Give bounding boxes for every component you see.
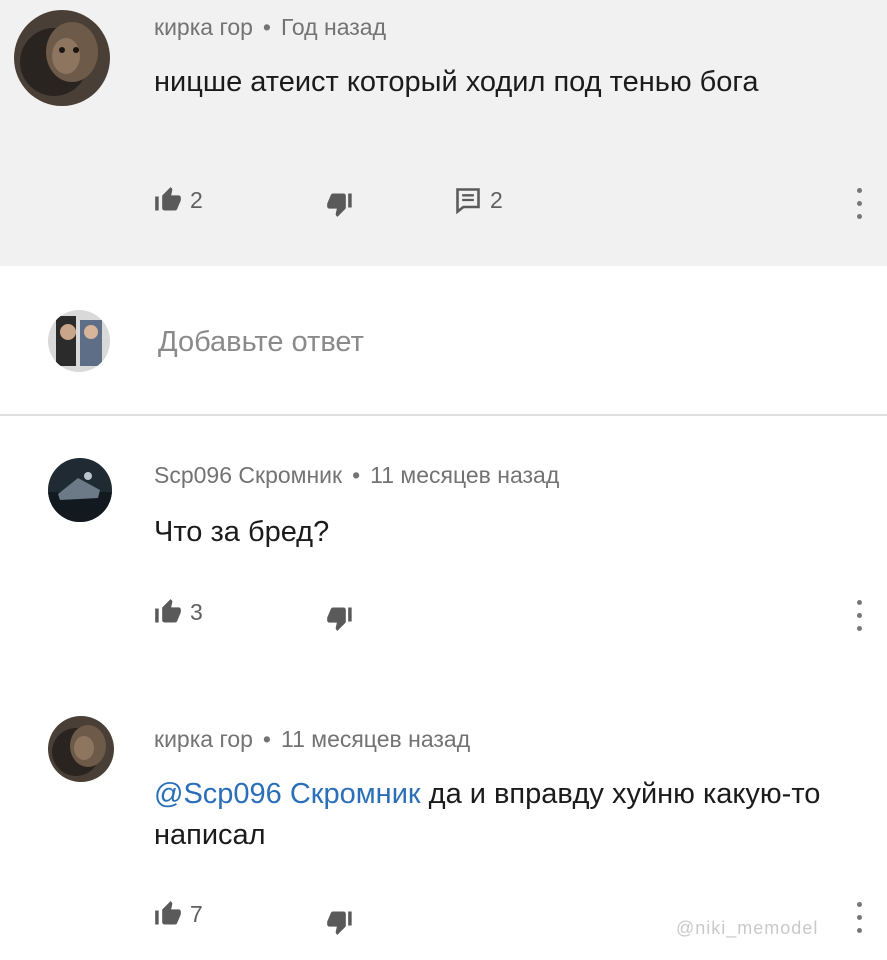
avatar[interactable] <box>48 716 114 782</box>
divider <box>0 414 887 416</box>
like-count: 3 <box>190 598 203 625</box>
separator: • <box>262 14 271 40</box>
highlighted-comment: кирка гор • Год назад ницше атеист который… <box>0 0 887 266</box>
watermark: @niki_memodel <box>676 918 819 938</box>
dislike-button[interactable] <box>326 908 354 936</box>
dislike-icon <box>327 607 352 631</box>
like-icon <box>155 901 181 925</box>
avatar[interactable] <box>48 458 112 522</box>
comment-text: Что за бред? <box>154 516 330 548</box>
dislike-button[interactable] <box>326 190 354 218</box>
comment-meta: кирка гор • 11 месяцев назад <box>154 726 470 753</box>
like-count: 2 <box>190 186 203 213</box>
comment-text: ницше атеист который ходил под тенью бог… <box>154 66 759 98</box>
reply-icon <box>456 188 480 214</box>
like-icon <box>155 187 181 211</box>
like-button[interactable]: 2 <box>154 186 203 214</box>
separator: • <box>262 726 271 752</box>
comment-meta: Scp096 Скромник • 11 месяцев назад <box>154 462 559 489</box>
more-vertical-icon[interactable] <box>854 902 864 936</box>
add-reply-input[interactable]: Добавьте ответ <box>158 326 364 359</box>
comment-text: @Scp096 Скромник да и вправду хуйню каку… <box>154 774 864 856</box>
like-icon <box>155 599 181 623</box>
dislike-button[interactable] <box>326 604 354 632</box>
like-count: 7 <box>190 900 203 927</box>
like-button[interactable]: 7 <box>154 900 203 928</box>
current-user-avatar <box>48 310 110 372</box>
comment-time: 11 месяцев назад <box>370 462 560 488</box>
avatar[interactable] <box>14 10 110 106</box>
reply-count: 2 <box>490 186 503 213</box>
comment-time: 11 месяцев назад <box>280 726 471 752</box>
like-button[interactable]: 3 <box>154 598 203 626</box>
more-vertical-icon[interactable] <box>854 188 864 222</box>
more-vertical-icon[interactable] <box>854 600 864 634</box>
author-name[interactable]: Scp096 Скромник <box>154 462 342 488</box>
reply-button[interactable]: 2 <box>454 186 503 214</box>
user-mention-link[interactable]: @Scp096 Скромник <box>154 778 421 810</box>
author-name[interactable]: кирка гор <box>154 14 253 40</box>
separator: • <box>352 462 361 488</box>
dislike-icon <box>327 911 352 935</box>
comment-time: Год назад <box>280 14 386 40</box>
author-name[interactable]: кирка гор <box>154 726 253 752</box>
dislike-icon <box>327 193 352 217</box>
comment-meta: кирка гор • Год назад <box>154 14 386 41</box>
